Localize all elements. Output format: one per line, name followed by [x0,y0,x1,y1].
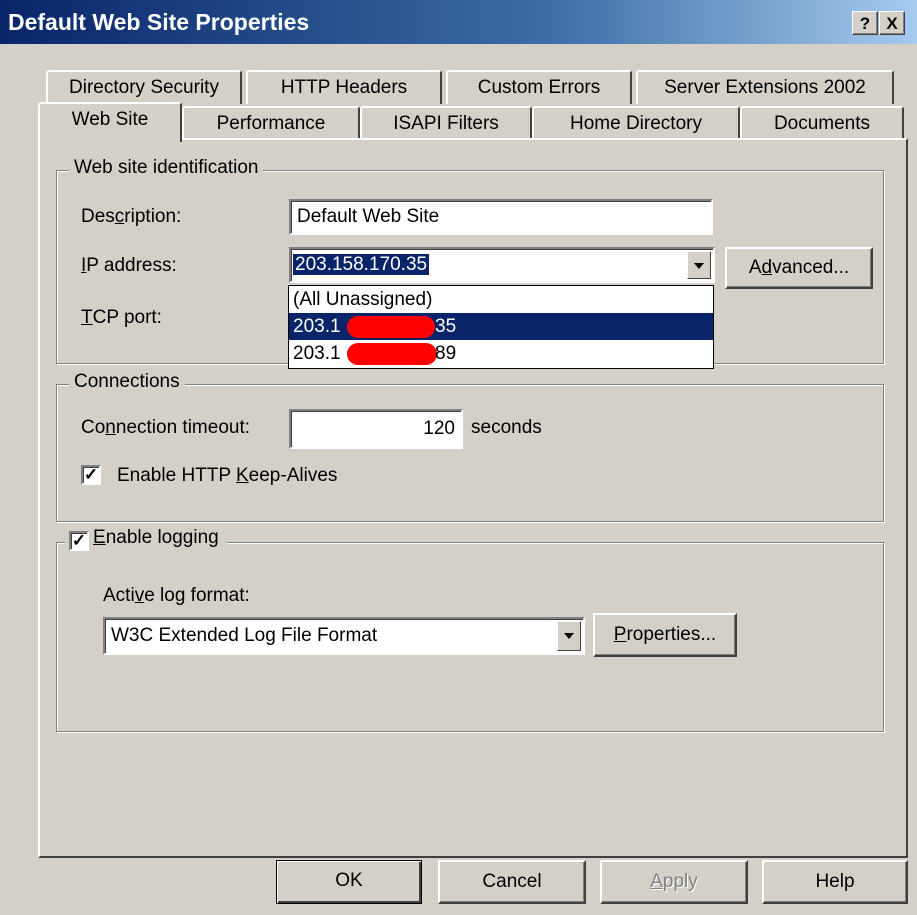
redaction-mark [347,316,435,338]
description-label: Description: [81,206,182,227]
ip-address-value: 203.158.170.35 [293,254,430,275]
log-properties-button[interactable]: Properties... [593,613,737,657]
tab-panel-web-site: Web site identification Description: Def… [38,138,908,858]
tab-isapi-filters[interactable]: ISAPI Filters [360,106,532,140]
log-format-label: Active log format: [103,585,250,606]
log-format-value: W3C Extended Log File Format [111,625,378,646]
ip-address-select[interactable]: 203.158.170.35 [289,247,715,283]
ip-dropdown-arrow-icon[interactable] [687,251,711,279]
identification-legend: Web site identification [69,157,264,179]
timeout-input[interactable]: 120 [289,409,463,449]
keepalive-label: Enable HTTP Keep-Alives [117,465,338,486]
properties-dialog: Default Web Site Properties ? X Director… [0,0,917,915]
timeout-unit-label: seconds [471,417,542,438]
tab-web-site[interactable]: Web Site [38,102,182,142]
description-input[interactable]: Default Web Site [289,199,713,235]
help-title-button[interactable]: ? [852,11,878,35]
ip-option-unassigned[interactable]: (All Unassigned) [289,286,713,313]
log-format-arrow-icon[interactable] [557,621,581,651]
tcp-port-label: TCP port: [81,307,162,328]
ip-option-2[interactable]: 203.1 89 [289,340,713,367]
connections-group: Connections Connection timeout: 120 seco… [56,371,884,522]
connections-legend: Connections [69,371,185,393]
ip-address-dropdown-list[interactable]: (All Unassigned) 203.1 35 203.1 89 [288,285,714,369]
window-title: Default Web Site Properties [8,9,310,35]
keepalive-checkbox[interactable]: ✓ [81,465,101,485]
ip-option-2-suffix: 89 [435,343,457,364]
tab-server-extensions[interactable]: Server Extensions 2002 [636,70,894,104]
apply-button[interactable]: Apply [600,860,748,904]
tab-home-directory[interactable]: Home Directory [532,106,740,140]
ip-option-1[interactable]: 203.1 35 [289,313,713,340]
redaction-mark [347,343,437,365]
ip-option-1-suffix: 35 [435,316,457,337]
advanced-button[interactable]: Advanced... [725,247,873,289]
tab-custom-errors[interactable]: Custom Errors [446,70,632,104]
log-format-select[interactable]: W3C Extended Log File Format [103,617,585,655]
tab-performance[interactable]: Performance [182,106,360,140]
tab-http-headers[interactable]: HTTP Headers [246,70,442,104]
logging-checkbox[interactable]: ✓ [69,531,89,551]
title-bar[interactable]: Default Web Site Properties ? X [0,0,917,44]
ip-address-label: IP address: [81,255,177,276]
logging-group: Enable logging ✓ Active log format: W3C … [56,527,884,732]
cancel-button[interactable]: Cancel [438,860,586,904]
close-title-button[interactable]: X [879,11,905,35]
ip-option-2-prefix: 203.1 [293,343,341,364]
help-button[interactable]: Help [762,860,908,904]
timeout-label: Connection timeout: [81,417,251,438]
tab-documents[interactable]: Documents [740,106,904,140]
tab-directory-security[interactable]: Directory Security [46,70,242,104]
ok-button[interactable]: OK [276,860,422,904]
ip-option-1-prefix: 203.1 [293,316,341,337]
logging-legend: Enable logging [65,527,227,549]
